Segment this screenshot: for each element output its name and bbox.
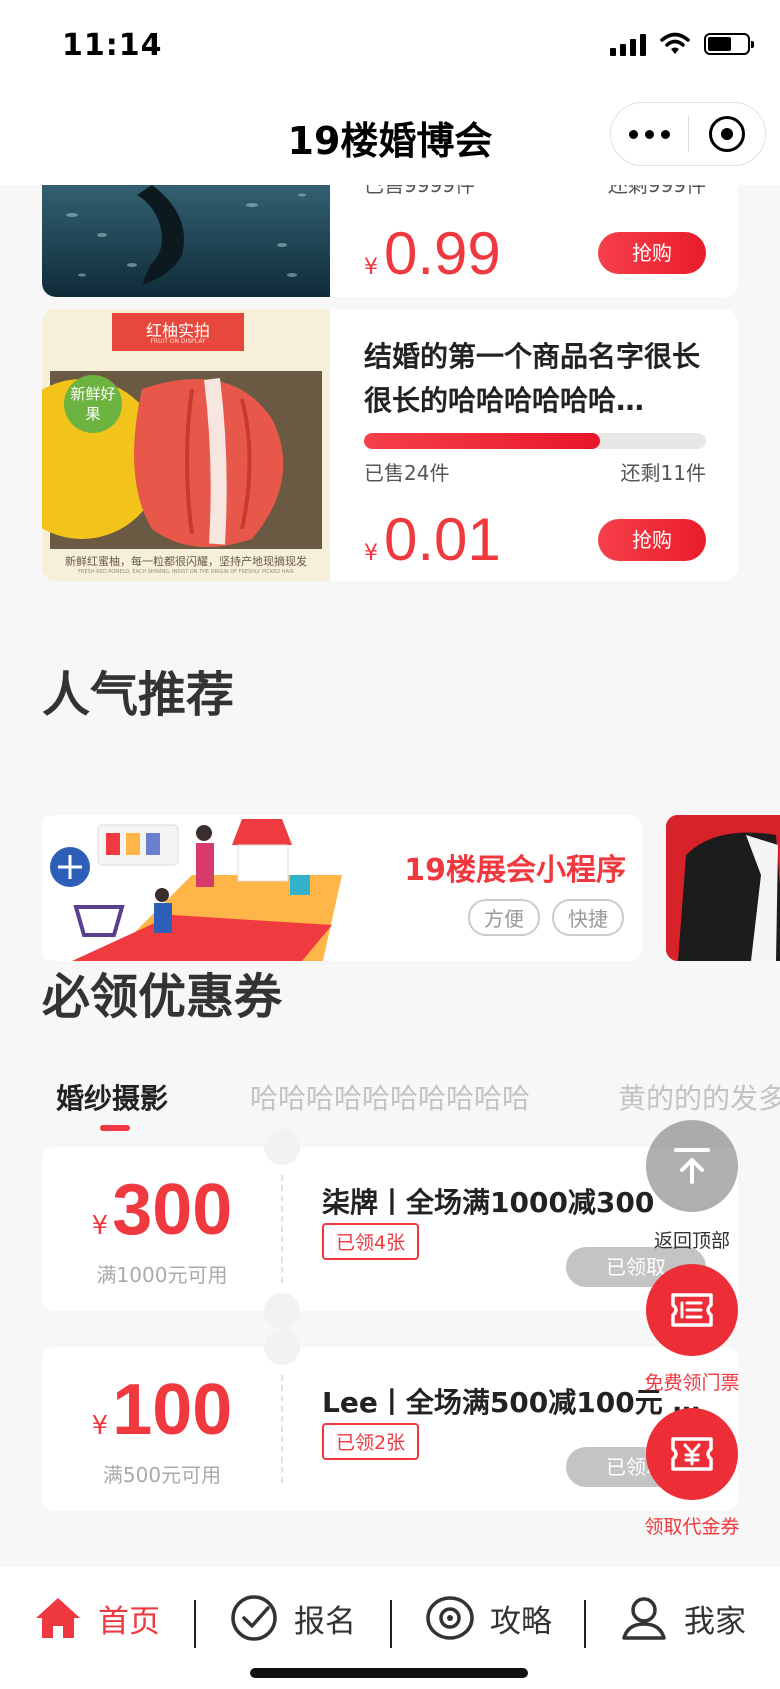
product-name: 结婚的第一个商品名字很长很长的哈哈哈哈哈哈… <box>364 340 701 417</box>
tab-signup-label: 报名 <box>294 1603 356 1640</box>
bottom-tab-bar: 首页 报名 攻略 我家 <box>0 1565 780 1689</box>
tab-separator <box>390 1600 392 1648</box>
sold-count: 已售24件 <box>364 461 450 485</box>
tab-separator <box>584 1600 586 1648</box>
status-time: 11:14 <box>62 28 163 63</box>
tab-signup[interactable]: 报名 <box>228 1586 356 1650</box>
tab-wedding-photo[interactable]: 婚纱摄影 <box>56 1077 168 1117</box>
status-icons <box>610 32 754 56</box>
stock-row: 已售9999件 还剩999件 <box>364 185 706 198</box>
signal-icon <box>610 32 646 56</box>
product-image: 红柚实拍 FRUIT ON DISPLAY 新鲜好果 新鲜红蜜柚，每一粒都很闪耀… <box>42 309 330 581</box>
product-price: ¥0.01 <box>364 506 501 573</box>
model-image <box>666 815 780 961</box>
image-caption: 新鲜红蜜柚，每一粒都很闪耀，坚持产地现摘现发 <box>65 555 307 568</box>
buy-button[interactable]: 抢购 <box>598 232 706 274</box>
tab-category-2[interactable]: 哈哈哈哈哈哈哈哈哈哈 <box>250 1077 530 1117</box>
brand-subtitle: FRUIT ON DISPLAY <box>150 338 206 345</box>
close-program-button[interactable] <box>689 103 766 165</box>
banner-title: 19楼展会小程序 <box>404 853 626 888</box>
product-price: ¥0.99 <box>364 220 501 287</box>
tab-category-3[interactable]: 黄的的的发多 <box>618 1077 780 1117</box>
user-icon <box>622 1597 666 1640</box>
coupon-amount: ¥300 <box>91 1170 233 1250</box>
sales-progress-fill <box>364 433 600 449</box>
image-caption-sub: FRESH RED POMELO, EACH SHINING, INSIST O… <box>78 569 294 575</box>
sold-count: 已售9999件 <box>364 185 475 197</box>
tab-home[interactable]: 首页 <box>32 1586 160 1650</box>
home-icon <box>36 1598 80 1638</box>
shopping-illustration <box>50 819 342 961</box>
stock-row: 已售24件 还剩11件 <box>364 457 706 486</box>
more-dots-icon <box>628 129 638 139</box>
check-circle-icon <box>231 1595 277 1641</box>
back-to-top-button[interactable] <box>646 1120 738 1212</box>
product-card[interactable]: 红柚实拍 FRUIT ON DISPLAY 新鲜好果 新鲜红蜜柚，每一粒都很闪耀… <box>42 309 738 581</box>
voucher-label: 领取代金券 <box>644 1516 740 1538</box>
banner-tags: 方便 快捷 <box>468 899 624 936</box>
product-card[interactable]: 已售9999件 还剩999件 ¥0.99 抢购 <box>42 185 738 297</box>
pomelo-image <box>42 309 330 581</box>
tab-guide[interactable]: 攻略 <box>424 1586 552 1650</box>
more-button[interactable] <box>611 103 688 165</box>
coupon-section-title: 必领优惠券 <box>42 969 283 1025</box>
mini-program-capsule <box>610 102 766 166</box>
tab-mine[interactable]: 我家 <box>618 1586 746 1650</box>
claimed-count-badge: 已领4张 <box>322 1223 420 1260</box>
remain-count: 还剩11件 <box>620 461 706 485</box>
coupon-condition: 满1000元可用 <box>96 1263 228 1287</box>
target-icon <box>708 116 745 152</box>
tab-home-label: 首页 <box>98 1603 160 1640</box>
eye-icon <box>426 1596 474 1640</box>
dolphin-image <box>42 185 330 297</box>
coupon-notch <box>264 1129 300 1165</box>
product-info: 已售9999件 还剩999件 ¥0.99 抢购 <box>364 185 706 297</box>
claimed-count-badge: 已领2张 <box>322 1423 420 1460</box>
product-info: 结婚的第一个商品名字很长很长的哈哈哈哈哈哈… 已售24件 还剩11件 ¥0.01… <box>364 309 706 581</box>
arrow-up-icon <box>674 1148 710 1184</box>
promo-banner[interactable]: 19楼展会小程序 方便 快捷 <box>42 815 642 961</box>
tab-guide-label: 攻略 <box>490 1603 552 1640</box>
nav-bar: 19楼婚博会 <box>0 90 780 185</box>
page-content[interactable]: 已售9999件 还剩999件 ¥0.99 抢购 红柚实拍 FRUIT ON DI… <box>0 185 780 1565</box>
tab-separator <box>194 1600 196 1648</box>
promo-banner-next[interactable] <box>666 815 780 961</box>
active-tab-indicator <box>100 1125 130 1131</box>
coupon-condition: 满500元可用 <box>102 1463 222 1487</box>
free-ticket-label: 免费领门票 <box>644 1372 740 1394</box>
free-ticket-button[interactable] <box>646 1264 738 1356</box>
product-image <box>42 185 330 297</box>
voucher-icon <box>671 1437 713 1471</box>
wifi-icon <box>660 32 690 54</box>
popular-section-title: 人气推荐 <box>42 667 235 723</box>
coupon-notch <box>264 1293 300 1329</box>
coupon-notch <box>264 1329 300 1365</box>
remain-count: 还剩999件 <box>607 185 706 197</box>
banner-tag: 方便 <box>468 899 540 936</box>
back-to-top-label: 返回顶部 <box>653 1230 730 1252</box>
voucher-button[interactable] <box>646 1408 738 1500</box>
ticket-icon <box>671 1293 713 1327</box>
battery-icon <box>704 33 754 55</box>
coupon-name: 柒牌丨全场满1000减300 <box>322 1186 655 1219</box>
tab-mine-label: 我家 <box>684 1603 746 1640</box>
buy-button[interactable]: 抢购 <box>598 519 706 561</box>
fresh-badge: 新鲜好果 <box>64 375 122 433</box>
sales-progress-bar <box>364 433 706 449</box>
home-indicator <box>250 1668 528 1678</box>
status-bar: 11:14 <box>0 0 780 90</box>
banner-tag: 快捷 <box>552 899 624 936</box>
coupon-amount: ¥100 <box>91 1370 233 1450</box>
